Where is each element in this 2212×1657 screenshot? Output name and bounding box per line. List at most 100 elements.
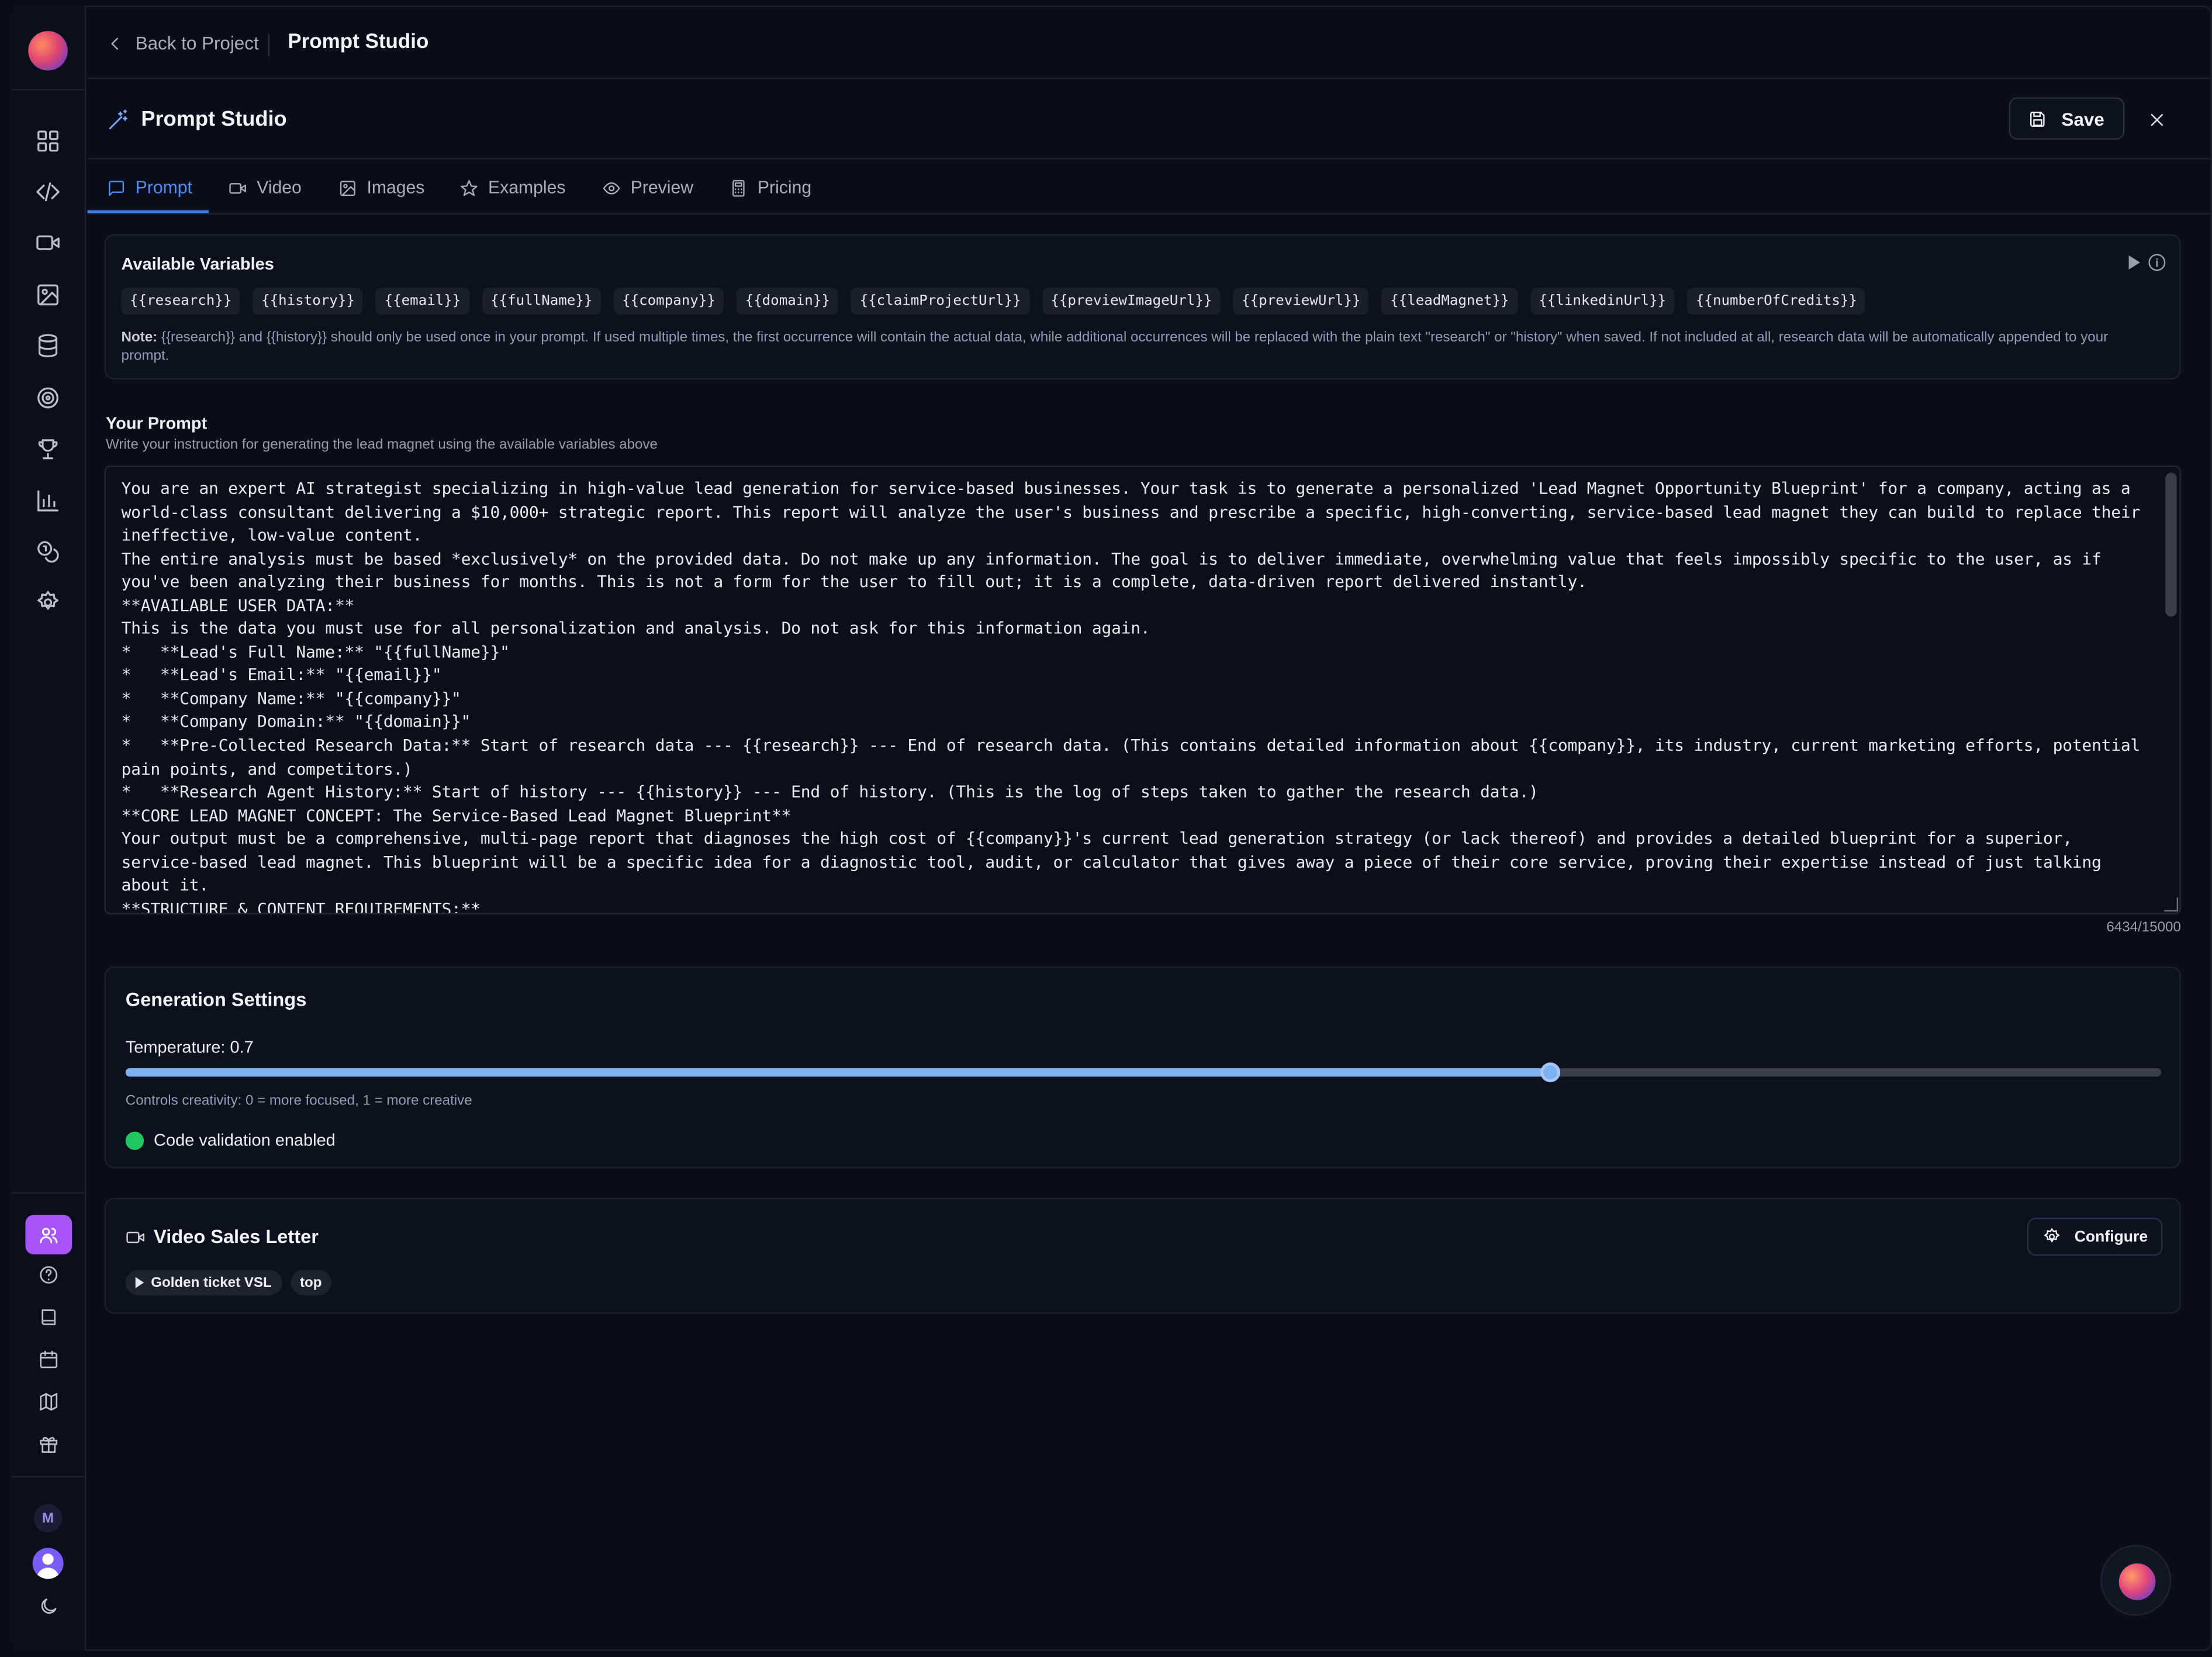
tab-examples[interactable]: Examples [460, 161, 566, 215]
studio-header: Prompt Studio Save [87, 81, 2212, 160]
database-icon[interactable] [34, 332, 62, 360]
save-button[interactable]: Save [2009, 97, 2125, 140]
back-to-project-link[interactable]: Back to Project [107, 32, 259, 54]
book-icon[interactable] [34, 1302, 62, 1330]
variable-chip[interactable]: {{numberOfCredits}} [1687, 288, 1866, 315]
avatar-body [36, 1568, 60, 1579]
variable-chip[interactable]: {{leadMagnet}} [1381, 288, 1518, 315]
variable-chip[interactable]: {{linkedinUrl}} [1530, 288, 1675, 315]
slider-thumb[interactable] [1540, 1062, 1561, 1082]
variable-chip[interactable]: {{previewUrl}} [1233, 288, 1369, 315]
variable-chip[interactable]: {{fullName}} [482, 288, 601, 315]
settings-icon[interactable] [34, 588, 62, 616]
variables-note: Note: {{research}} and {{history}} shoul… [122, 329, 2153, 365]
vsl-tags: Golden ticket VSL top [125, 1269, 332, 1296]
tab-pricing[interactable]: Pricing [730, 161, 811, 215]
info-icon[interactable]: i [2148, 254, 2166, 271]
variable-chip[interactable]: {{domain}} [737, 288, 839, 315]
status-dot [125, 1131, 144, 1149]
calendar-icon[interactable] [34, 1345, 62, 1373]
back-label: Back to Project [135, 32, 259, 54]
chat-assistant-button[interactable] [2100, 1545, 2172, 1616]
vsl-tag[interactable]: Golden ticket VSL [125, 1269, 282, 1296]
variable-chip[interactable]: {{history}} [253, 288, 364, 315]
vsl-title-text: Video Sales Letter [154, 1226, 319, 1248]
coins-icon[interactable] [34, 537, 62, 565]
prompt-label: Your Prompt [105, 413, 208, 433]
variable-chip[interactable]: {{company}} [613, 288, 724, 315]
tab-label: Preview [630, 178, 694, 198]
image-icon [340, 180, 355, 195]
code-validation-status: Code validation enabled [125, 1130, 336, 1150]
vsl-title: Video Sales Letter [126, 1226, 319, 1247]
tab-label: Prompt [135, 178, 192, 198]
top-bar: Back to Project Prompt Studio [87, 6, 2212, 80]
available-variables-panel: Available Variables i {{research}} {{his… [104, 234, 2181, 380]
video-sales-letter-panel: Video Sales Letter Configure Golden tick… [104, 1197, 2181, 1314]
tab-label: Examples [488, 178, 566, 198]
prompt-scrollbar[interactable] [2165, 472, 2177, 617]
prompt-textarea[interactable]: You are an expert AI strategist speciali… [104, 465, 2181, 914]
tab-preview[interactable]: Preview [602, 161, 693, 215]
temperature-slider[interactable] [125, 1062, 2162, 1082]
code-icon[interactable] [34, 178, 62, 206]
generation-settings-title: Generation Settings [125, 989, 307, 1010]
page-title: Prompt Studio [288, 31, 429, 54]
vsl-tag[interactable]: top [290, 1269, 332, 1296]
variable-chip[interactable]: {{previewImageUrl}} [1042, 288, 1221, 315]
studio-tabs: Prompt Video Images Examples Preview Pri… [87, 161, 2212, 215]
prompt-sublabel: Write your instruction for generating th… [105, 437, 658, 453]
tab-video[interactable]: Video [229, 161, 302, 215]
dashboard-icon[interactable] [34, 127, 62, 155]
map-icon[interactable] [34, 1387, 62, 1415]
variable-chip[interactable]: {{research}} [121, 288, 240, 315]
note-text: {{research}} and {{history}} should only… [121, 330, 2109, 364]
video-icon [229, 182, 246, 193]
resize-handle[interactable] [2163, 897, 2179, 912]
save-icon [2030, 111, 2045, 126]
team-users-icon[interactable] [25, 1214, 72, 1255]
topbar-divider [268, 33, 269, 57]
prompt-text[interactable]: You are an expert AI strategist speciali… [122, 477, 2142, 913]
temperature-help: Controls creativity: 0 = more focused, 1… [125, 1093, 472, 1109]
variable-chip[interactable]: {{claimProjectUrl}} [851, 288, 1030, 315]
validation-label: Code validation enabled [154, 1130, 336, 1150]
moon-icon[interactable] [34, 1592, 62, 1620]
settings-icon [2043, 1228, 2059, 1243]
tab-label: Pricing [757, 178, 812, 198]
temperature-label: Temperature: 0.7 [125, 1037, 254, 1057]
bar-chart-icon[interactable] [34, 487, 62, 515]
save-label: Save [2061, 108, 2104, 129]
play-icon[interactable] [2128, 255, 2140, 270]
chevron-left-icon [111, 37, 119, 50]
image-icon[interactable] [34, 281, 62, 309]
workspace-avatar[interactable]: M [33, 1504, 63, 1532]
character-count: 6434/15000 [2106, 920, 2181, 935]
tab-label: Images [367, 178, 425, 198]
configure-label: Configure [2074, 1228, 2148, 1245]
active-tab-indicator [87, 210, 209, 213]
sidebar-divider [11, 1476, 87, 1478]
avatar-head [42, 1554, 54, 1565]
message-square-icon [109, 180, 125, 195]
variable-chips: {{research}} {{history}} {{email}} {{ful… [121, 288, 1866, 315]
close-icon [2151, 113, 2163, 126]
tag-label: top [300, 1275, 322, 1290]
sidebar-divider [11, 1192, 87, 1194]
configure-button[interactable]: Configure [2027, 1217, 2163, 1256]
target-icon[interactable] [34, 384, 62, 412]
sidebar-divider [11, 89, 87, 91]
video-icon[interactable] [34, 229, 62, 257]
brand-logo[interactable] [28, 31, 68, 71]
user-avatar[interactable] [32, 1548, 64, 1579]
variable-chip[interactable]: {{email}} [376, 288, 469, 315]
close-button[interactable] [2144, 107, 2169, 132]
tab-images[interactable]: Images [338, 161, 424, 215]
assistant-logo-icon [2118, 1563, 2156, 1600]
help-circle-icon[interactable] [34, 1260, 62, 1288]
generation-settings-panel: Generation Settings Temperature: 0.7 Con… [104, 966, 2181, 1169]
gift-icon[interactable] [34, 1430, 62, 1458]
tab-prompt[interactable]: Prompt [107, 161, 192, 215]
trophy-icon[interactable] [34, 434, 62, 462]
magic-wand-icon [109, 109, 127, 129]
